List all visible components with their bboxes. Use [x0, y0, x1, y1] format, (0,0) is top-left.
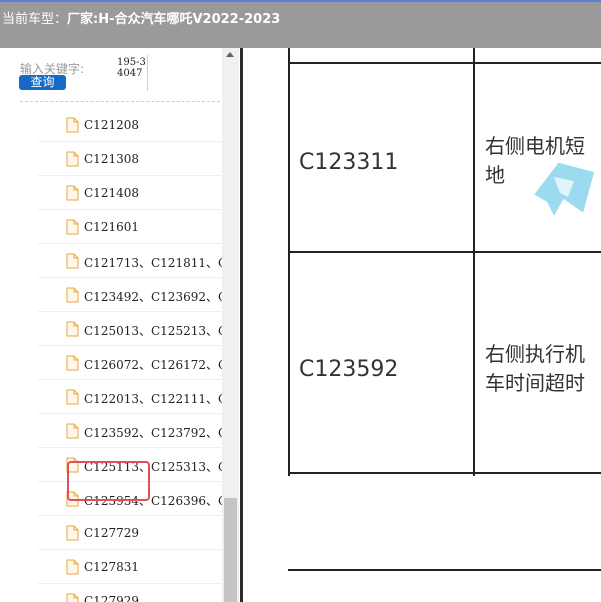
- list-item[interactable]: C126072、C126172、C: [38, 346, 222, 380]
- list-item-label: C123592、C123792、C: [84, 426, 222, 440]
- list-item[interactable]: C121208: [38, 108, 222, 142]
- watermark-logo-icon: [529, 159, 598, 223]
- document-icon: [66, 559, 79, 575]
- list-item[interactable]: C121713、C121811、C: [38, 244, 222, 278]
- document-icon: [66, 151, 79, 167]
- list-item[interactable]: C125013、C125213、C: [38, 312, 222, 346]
- list-item-label: C121408: [84, 186, 139, 200]
- list-item[interactable]: C123492、C123692、C: [38, 278, 222, 312]
- dtc-description: 右侧执行机 车时间超时: [485, 340, 585, 398]
- scroll-up-arrow-icon[interactable]: [226, 52, 234, 57]
- list-item-label: C125013、C125213、C: [84, 324, 222, 338]
- document-icon: [66, 355, 79, 371]
- code-list: C121208 C121308 C121408 C121601 C121713、…: [38, 108, 222, 602]
- list-item[interactable]: C127729: [38, 516, 222, 550]
- list-item[interactable]: C123592、C123792、C: [38, 414, 222, 448]
- dtc-description-line: 车时间超时: [485, 371, 585, 395]
- list-item-label: C127929: [84, 594, 139, 602]
- table-line: [473, 48, 475, 476]
- selection-highlight: [67, 461, 150, 501]
- table-line: [288, 472, 601, 474]
- document-viewer: C123311 右侧电机短 地 C123592 右侧执行机 车时间超时: [243, 48, 601, 602]
- list-item-label: C121713、C121811、C: [84, 256, 222, 270]
- list-item-label: C127729: [84, 526, 139, 540]
- table-line: [288, 251, 601, 253]
- document-icon: [66, 321, 79, 337]
- document-icon: [66, 185, 79, 201]
- list-item-label: C126072、C126172、C: [84, 358, 222, 372]
- document-icon: [66, 423, 79, 439]
- list-item[interactable]: C121601: [38, 210, 222, 244]
- list-item[interactable]: C121408: [38, 176, 222, 210]
- list-item-label: C121208: [84, 118, 139, 132]
- current-model: 当前车型：厂家:H-合众汽车哪吒V2022-2023: [2, 8, 280, 27]
- document-icon: [66, 287, 79, 303]
- dtc-code: C123592: [299, 357, 399, 382]
- document-icon: [66, 253, 79, 269]
- search-button[interactable]: 查询: [19, 75, 66, 90]
- list-item[interactable]: C127929: [38, 584, 222, 602]
- document-icon: [66, 525, 79, 541]
- table-line: [288, 48, 290, 476]
- current-model-label: 当前车型：: [2, 12, 68, 27]
- list-item-label: C121308: [84, 152, 139, 166]
- sidebar-scrollbar[interactable]: [222, 48, 239, 602]
- dtc-code: C123311: [299, 150, 399, 175]
- list-item[interactable]: C127831: [38, 550, 222, 584]
- title-bar: 当前车型：厂家:H-合众汽车哪吒V2022-2023: [0, 0, 601, 48]
- document-icon: [66, 593, 79, 602]
- document-icon: [66, 117, 79, 133]
- list-item-label: C127831: [84, 560, 139, 574]
- list-item-label: C121601: [84, 220, 139, 234]
- table-line: [288, 62, 601, 64]
- current-model-value: 厂家:H-合众汽车哪吒V2022-2023: [67, 12, 281, 27]
- scroll-thumb[interactable]: [224, 498, 237, 602]
- list-item[interactable]: C121308: [38, 142, 222, 176]
- sidebar: 输入关键字: 195-34047 查询 C121208 C121308 C121…: [0, 48, 240, 602]
- document-icon: [66, 389, 79, 405]
- list-item[interactable]: C122013、C122111、C: [38, 380, 222, 414]
- document-icon: [66, 219, 79, 235]
- list-item-label: C123492、C123692、C: [84, 290, 222, 304]
- search-input[interactable]: 195-34047: [114, 55, 148, 91]
- table-line: [288, 569, 601, 571]
- search-area: 输入关键字: 195-34047 查询: [0, 48, 222, 100]
- divider: [20, 101, 220, 102]
- dtc-description-line: 右侧执行机: [485, 342, 585, 366]
- list-item-label: C122013、C122111、C: [84, 392, 222, 406]
